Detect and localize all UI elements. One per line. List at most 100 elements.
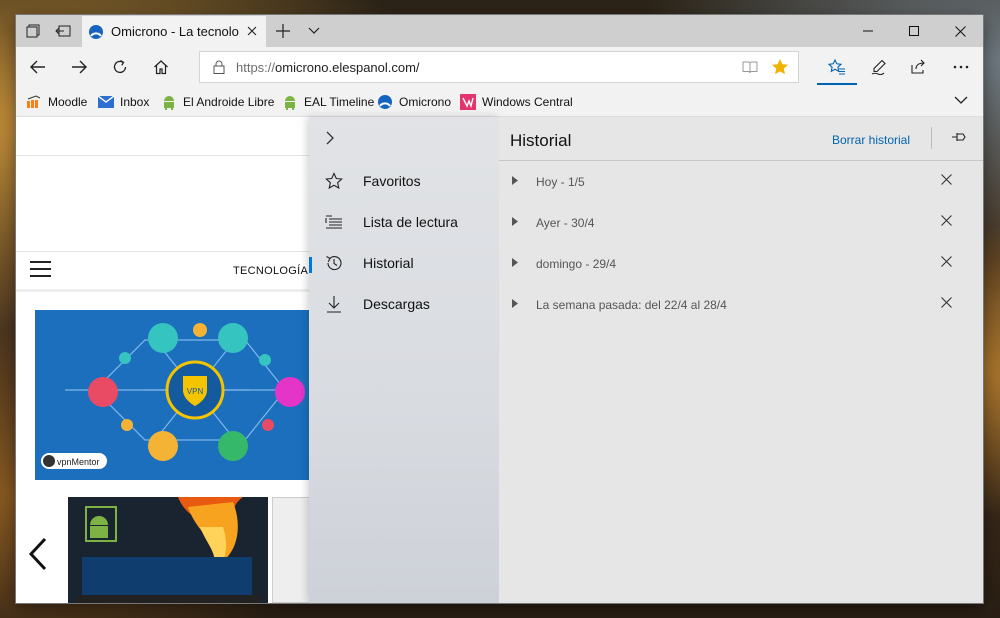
- minimize-button[interactable]: [845, 15, 891, 47]
- refresh-button[interactable]: [102, 51, 138, 83]
- active-tab[interactable]: Omicrono - La tecnolog: [82, 16, 266, 47]
- hub-button[interactable]: [817, 51, 857, 85]
- carousel-prev-button[interactable]: [28, 537, 48, 576]
- divider: [16, 289, 316, 292]
- expand-chevron-icon[interactable]: [512, 258, 518, 267]
- favorite-windows-central[interactable]: Windows Central: [460, 94, 573, 110]
- delete-group-icon[interactable]: [941, 256, 952, 267]
- favorite-eal-timeline[interactable]: EAL Timeline: [282, 94, 374, 110]
- back-button[interactable]: [20, 51, 56, 83]
- set-aside-tabs-button[interactable]: [48, 15, 78, 47]
- book-icon: [742, 61, 758, 74]
- history-group-label: Hoy - 1/5: [536, 175, 585, 189]
- history-group-row[interactable]: domingo - 29/4: [499, 244, 983, 284]
- divider: [499, 160, 983, 161]
- laptop-fire-image: [68, 497, 268, 603]
- article-thumbnail[interactable]: [68, 497, 268, 603]
- tab-preview-button[interactable]: [299, 15, 329, 47]
- history-group-label: domingo - 29/4: [536, 257, 617, 271]
- arrow-left-icon: [30, 60, 45, 74]
- hub-collapse-button[interactable]: [325, 131, 335, 150]
- vpnmentor-logo: vpnMentor: [57, 457, 100, 467]
- star-icon: [325, 172, 343, 190]
- history-icon: [325, 254, 343, 272]
- hub-item-label: Lista de lectura: [363, 214, 458, 230]
- divider: [931, 127, 932, 149]
- favorite-label: Omicrono: [399, 95, 452, 109]
- browser-window: Omicrono - La tecnolog https://omicrono.…: [16, 15, 983, 603]
- omicrono-icon: [377, 94, 393, 110]
- article-thumbnail[interactable]: [272, 497, 312, 603]
- expand-chevron-icon[interactable]: [512, 217, 518, 226]
- windows-central-icon: [460, 94, 476, 110]
- share-button[interactable]: [901, 51, 937, 83]
- favorite-label: Inbox: [120, 95, 150, 109]
- tab-close-button[interactable]: [244, 23, 260, 39]
- vpn-illustration: VPN vpnMentor: [41, 323, 305, 469]
- favorite-inbox[interactable]: Inbox: [98, 94, 149, 110]
- hub-item-label: Favoritos: [363, 173, 421, 189]
- tab-title: Omicrono - La tecnolog: [111, 24, 239, 39]
- reading-view-button[interactable]: [742, 59, 758, 80]
- reading-list-icon: [325, 213, 343, 231]
- expand-chevron-icon[interactable]: [512, 299, 518, 308]
- favorite-el-androide-libre[interactable]: El Androide Libre: [161, 94, 274, 110]
- close-window-button[interactable]: [937, 15, 983, 47]
- expand-chevron-icon[interactable]: [512, 176, 518, 185]
- maximize-button[interactable]: [891, 15, 937, 47]
- home-button[interactable]: [143, 51, 179, 83]
- android-icon: [282, 94, 298, 110]
- divider: [16, 155, 316, 156]
- article-hero-image[interactable]: VPN vpnMentor: [35, 310, 325, 480]
- close-icon: [247, 26, 257, 36]
- hub-item-lista-de-lectura[interactable]: Lista de lectura: [325, 213, 458, 231]
- url-text[interactable]: https://omicrono.elespanol.com/: [236, 60, 420, 75]
- notes-button[interactable]: [861, 51, 897, 83]
- download-icon: [325, 295, 343, 313]
- chevron-down-icon: [954, 96, 968, 104]
- android-icon: [161, 94, 177, 110]
- forward-button[interactable]: [61, 51, 97, 83]
- inbox-icon: [98, 94, 114, 110]
- pin-pane-button[interactable]: [951, 130, 967, 149]
- clear-history-link[interactable]: Borrar historial: [832, 133, 910, 147]
- refresh-icon: [113, 59, 127, 73]
- favorites-bar: Moodle Inbox El Androide Libre EAL Timel…: [16, 87, 983, 117]
- hub-item-descargas[interactable]: Descargas: [325, 295, 430, 313]
- hub-item-favoritos[interactable]: Favoritos: [325, 172, 421, 190]
- tab-manager-icon: [26, 24, 40, 38]
- history-group-label: La semana pasada: del 22/4 al 28/4: [536, 298, 727, 312]
- history-group-row[interactable]: La semana pasada: del 22/4 al 28/4: [499, 285, 983, 325]
- add-to-favorites-button[interactable]: [771, 58, 789, 81]
- history-group-row[interactable]: Hoy - 1/5: [499, 162, 983, 202]
- favorite-omicrono[interactable]: Omicrono: [377, 94, 451, 110]
- hub-item-label: Descargas: [363, 296, 430, 312]
- omicrono-favicon: [89, 24, 103, 39]
- delete-group-icon[interactable]: [941, 215, 952, 226]
- pen-icon: [871, 59, 886, 75]
- set-aside-icon: [55, 25, 71, 37]
- close-icon: [954, 25, 966, 37]
- maximize-icon: [909, 26, 919, 36]
- favorite-label: El Androide Libre: [183, 95, 275, 109]
- history-group-row[interactable]: Ayer - 30/4: [499, 203, 983, 243]
- favorite-moodle[interactable]: Moodle: [26, 94, 87, 110]
- chevron-right-icon: [326, 131, 334, 145]
- lock-icon: [213, 60, 225, 74]
- hub-item-historial[interactable]: Historial: [325, 254, 414, 272]
- divider: [16, 251, 316, 252]
- delete-group-icon[interactable]: [941, 297, 952, 308]
- favorite-label: Moodle: [48, 95, 88, 109]
- history-pane: Historial Borrar historial Hoy - 1/5 Aye…: [499, 117, 983, 603]
- tab-manager-button[interactable]: [18, 15, 48, 47]
- new-tab-button[interactable]: [268, 15, 298, 47]
- address-bar[interactable]: https://omicrono.elespanol.com/: [199, 51, 799, 83]
- favorite-label: EAL Timeline: [304, 95, 375, 109]
- navigation-bar: https://omicrono.elespanol.com/: [16, 47, 983, 87]
- more-button[interactable]: [943, 51, 979, 83]
- favorites-overflow-button[interactable]: [954, 96, 968, 104]
- selection-indicator: [309, 257, 312, 273]
- delete-group-icon[interactable]: [941, 174, 952, 185]
- menu-button[interactable]: [30, 261, 51, 277]
- section-label[interactable]: TECNOLOGÍA: [233, 265, 308, 277]
